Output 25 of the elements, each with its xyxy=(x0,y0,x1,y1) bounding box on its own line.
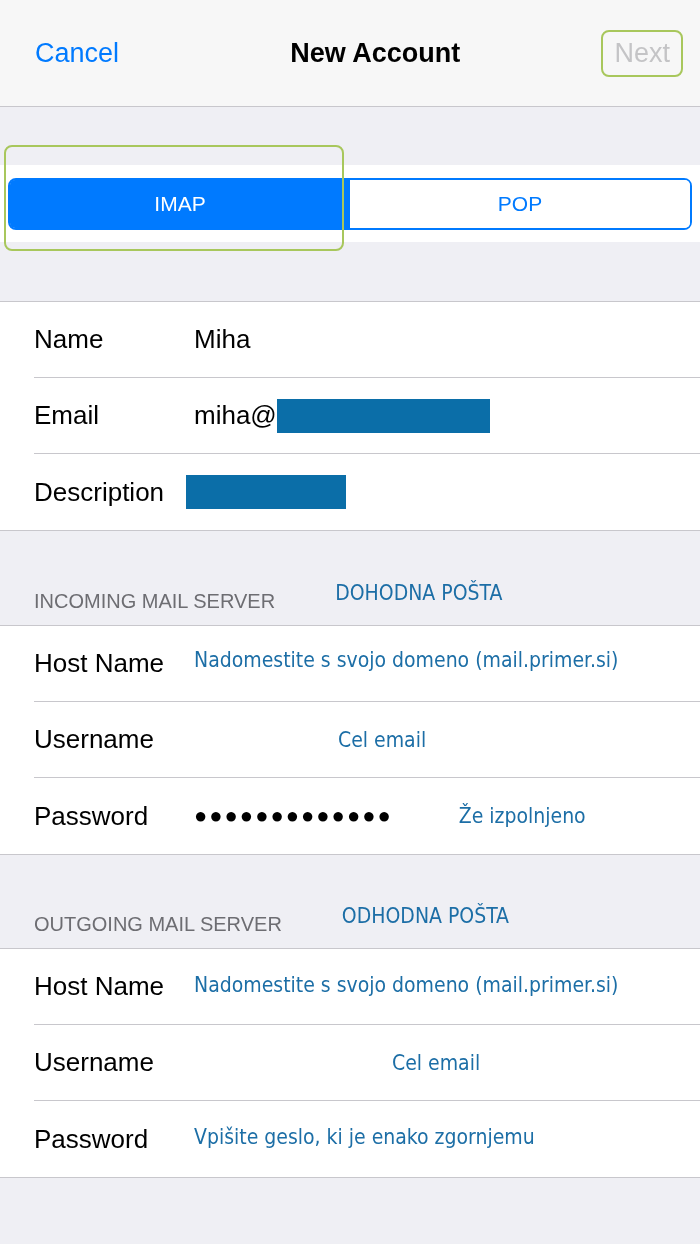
annotation-text: ODHODNA POŠTA xyxy=(341,904,509,928)
annotation-text: Že izpolnjeno xyxy=(458,804,586,828)
section-header: OUTGOING MAIL SERVER xyxy=(34,913,282,936)
segment-tab[interactable]: IMAP xyxy=(10,179,350,228)
field-label: Password xyxy=(34,1123,150,1155)
field-value: Miha xyxy=(194,324,251,355)
field-label: Name xyxy=(34,324,105,355)
field-label: Description xyxy=(34,476,166,508)
annotation-text: Cel email xyxy=(338,727,427,752)
field-value: miha@ xyxy=(194,400,277,431)
cancel-button[interactable]: Cancel xyxy=(35,37,120,69)
annotation-text: Cel email xyxy=(392,1050,481,1075)
field-label: Username xyxy=(34,724,155,755)
field-label: Email xyxy=(34,400,100,431)
field-label: Host Name xyxy=(34,648,166,679)
annotation-text: Nadomestite s svojo domeno (mail.primer.si) xyxy=(194,972,619,997)
annotation-text: DOHODNA POŠTA xyxy=(335,581,503,605)
field-label: Username xyxy=(34,1047,155,1078)
password-dots: ●●●●●●●●●●●●● xyxy=(194,803,393,829)
field-label: Host Name xyxy=(34,971,166,1002)
annotation-text: Vpišite geslo, ki je enako zgornjemu xyxy=(194,1125,535,1149)
annotation-text: Nadomestite s svojo domeno (mail.primer.si) xyxy=(194,647,619,672)
screen-title: New Account xyxy=(290,37,461,69)
field-label: Password xyxy=(34,800,150,832)
section-header: INCOMING MAIL SERVER xyxy=(34,590,276,613)
